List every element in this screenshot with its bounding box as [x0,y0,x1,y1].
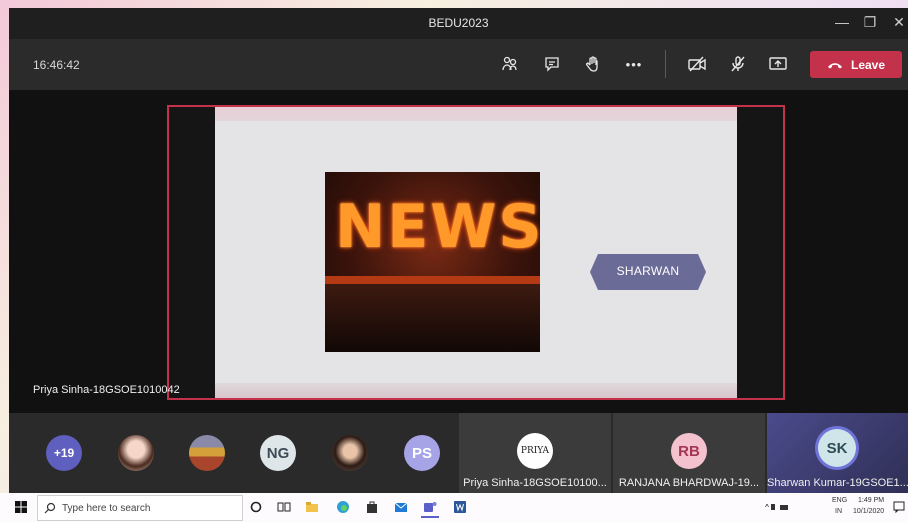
slide-name-label: SHARWAN [616,264,680,278]
taskbar-time[interactable]: 1:49 PM [858,497,884,504]
cortana-icon[interactable] [247,498,265,516]
window-title: BEDU2023 [428,16,489,30]
search-placeholder: Type here to search [62,502,151,514]
file-explorer-icon[interactable] [303,498,321,516]
news-image: NEWS [325,172,540,352]
participant-avatar-priya: PRIYA [517,433,553,469]
participant-photo-avatar-2[interactable] [332,435,368,471]
name-tag-shape: SHARWAN [590,254,706,290]
participant-photo-avatar[interactable] [118,435,154,471]
participant-group-photo-avatar[interactable] [189,435,225,471]
presentation-slide: NEWS SHARWAN [215,121,737,383]
search-icon [44,502,56,514]
taskbar-date[interactable]: 10/1/2020 [853,508,884,515]
share-screen-icon[interactable] [765,52,791,76]
edge-icon[interactable] [334,498,352,516]
mail-icon[interactable] [392,498,410,516]
teams-icon[interactable] [421,498,439,518]
participant-avatar-rb: RB [671,433,707,469]
meeting-controls-bar: 16:46:42 ••• Leave [9,39,908,90]
task-view-icon[interactable] [275,498,293,516]
close-button[interactable]: ✕ [889,14,908,31]
shared-screen: NEWS SHARWAN [167,105,785,400]
leave-label: Leave [850,57,886,72]
windows-taskbar: Type here to search ^ ENG IN 1:49 PM 10/… [0,493,908,522]
news-image-lower [325,284,540,352]
participant-name: RANJANA BHARDWAJ-19... [618,477,760,489]
chat-icon[interactable] [539,52,565,76]
phone-hangup-icon [827,62,842,68]
raise-hand-icon[interactable] [580,52,606,76]
leave-button[interactable]: Leave [810,51,902,78]
word-icon[interactable] [451,498,469,516]
mic-off-icon[interactable] [725,52,751,76]
participant-tile-sk[interactable]: SK Sharwan Kumar-19GSOE1... [767,413,908,493]
camera-off-icon[interactable] [684,52,710,76]
overflow-participants-badge[interactable]: +19 [46,435,82,471]
presenter-name: Priya Sinha-18GSOE1010042 [33,384,180,396]
title-bar: BEDU2023 — ❐ ✕ [9,8,908,39]
system-tray-icons[interactable] [770,498,788,516]
participant-name: Sharwan Kumar-19GSOE1... [767,477,908,489]
participant-avatar-sk-speaking: SK [818,429,856,467]
main-stage: NEWS SHARWAN Priya Sinha-18GSOE1010042 [9,90,908,413]
language-indicator-top[interactable]: ENG [832,497,847,504]
store-icon[interactable] [363,498,381,516]
news-image-band [325,276,540,284]
taskbar-search-box[interactable]: Type here to search [37,495,243,521]
more-icon[interactable]: ••• [621,52,647,76]
minimize-button[interactable]: — [832,14,852,30]
participant-avatar-ng[interactable]: NG [260,435,296,471]
participant-tile-rb[interactable]: RB RANJANA BHARDWAJ-19... [613,413,765,493]
participant-tray: +19 NG PS PRIYA Priya Sinha-18GSOE10100.… [9,413,908,493]
participant-name: Priya Sinha-18GSOE10100... [463,477,607,489]
restore-button[interactable]: ❐ [860,14,880,31]
news-image-text: NEWS [335,192,540,262]
toolbar-divider [665,50,666,78]
teams-window: BEDU2023 — ❐ ✕ 16:46:42 ••• Leave NEWS S… [9,8,908,493]
language-indicator-bottom[interactable]: IN [835,508,842,515]
people-icon[interactable] [497,52,523,76]
participant-tile-priya[interactable]: PRIYA Priya Sinha-18GSOE10100... [459,413,611,493]
notification-icon[interactable] [890,498,908,516]
start-icon[interactable] [12,498,30,516]
participant-avatar-ps[interactable]: PS [404,435,440,471]
meeting-clock: 16:46:42 [33,58,80,72]
